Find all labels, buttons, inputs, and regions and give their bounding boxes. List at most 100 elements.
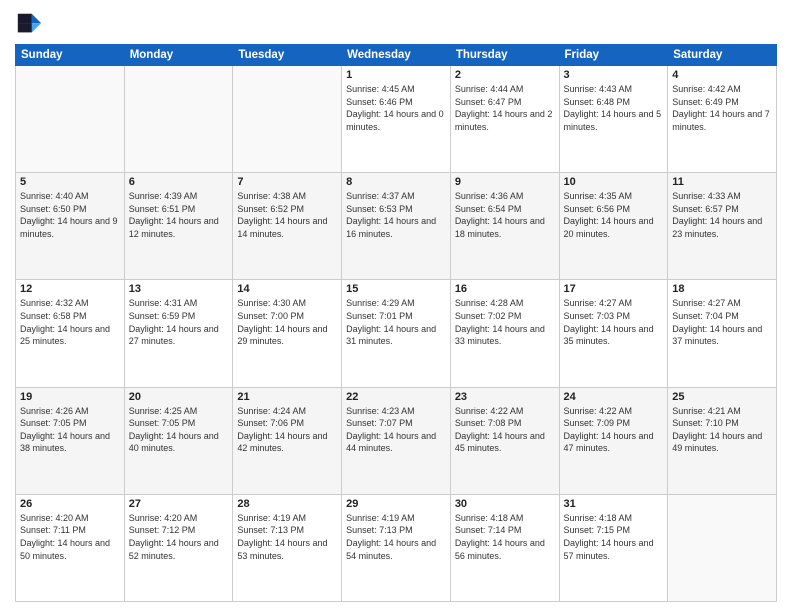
- cell-info: Sunrise: 4:19 AM Sunset: 7:13 PM Dayligh…: [346, 512, 446, 562]
- day-number: 13: [129, 283, 229, 295]
- cell-info: Sunrise: 4:22 AM Sunset: 7:09 PM Dayligh…: [564, 405, 664, 455]
- cell-info: Sunrise: 4:38 AM Sunset: 6:52 PM Dayligh…: [237, 190, 337, 240]
- calendar-cell: 11 Sunrise: 4:33 AM Sunset: 6:57 PM Dayli…: [668, 173, 777, 280]
- cell-info: Sunrise: 4:19 AM Sunset: 7:13 PM Dayligh…: [237, 512, 337, 562]
- calendar-cell: 23 Sunrise: 4:22 AM Sunset: 7:08 PM Dayli…: [450, 387, 559, 494]
- day-number: 16: [455, 283, 555, 295]
- cell-info: Sunrise: 4:45 AM Sunset: 6:46 PM Dayligh…: [346, 83, 446, 133]
- calendar-cell: 14Sunrise: 4:30 AM Sunset: 7:00 PM Dayli…: [233, 280, 342, 387]
- calendar-cell: 9 Sunrise: 4:36 AM Sunset: 6:54 PM Daylig…: [450, 173, 559, 280]
- calendar-cell: [233, 66, 342, 173]
- calendar-cell: 4Sunrise: 4:42 AM Sunset: 6:49 PM Daylig…: [668, 66, 777, 173]
- calendar-cell: 18 Sunrise: 4:27 AM Sunset: 7:04 PM Dayli…: [668, 280, 777, 387]
- calendar-cell: 21 Sunrise: 4:24 AM Sunset: 7:06 PM Dayli…: [233, 387, 342, 494]
- calendar-cell: 12Sunrise: 4:32 AM Sunset: 6:58 PM Dayli…: [16, 280, 125, 387]
- cell-info: Sunrise: 4:29 AM Sunset: 7:01 PM Dayligh…: [346, 297, 446, 347]
- calendar-cell: 26 Sunrise: 4:20 AM Sunset: 7:11 PM Dayli…: [16, 494, 125, 601]
- cell-info: Sunrise: 4:40 AM Sunset: 6:50 PM Dayligh…: [20, 190, 120, 240]
- weekday-header: Tuesday: [233, 45, 342, 66]
- cell-info: Sunrise: 4:26 AM Sunset: 7:05 PM Dayligh…: [20, 405, 120, 455]
- day-number: 6: [129, 176, 229, 188]
- calendar-week-row: 26 Sunrise: 4:20 AM Sunset: 7:11 PM Dayli…: [16, 494, 777, 601]
- calendar-cell: 31 Sunrise: 4:18 AM Sunset: 7:15 PM Dayli…: [559, 494, 668, 601]
- calendar-cell: 2 Sunrise: 4:44 AM Sunset: 6:47 PM Daylig…: [450, 66, 559, 173]
- calendar-cell: [16, 66, 125, 173]
- weekday-header: Saturday: [668, 45, 777, 66]
- calendar-week-row: 12Sunrise: 4:32 AM Sunset: 6:58 PM Dayli…: [16, 280, 777, 387]
- cell-info: Sunrise: 4:37 AM Sunset: 6:53 PM Dayligh…: [346, 190, 446, 240]
- page: SundayMondayTuesdayWednesdayThursdayFrid…: [0, 0, 792, 612]
- day-number: 28: [237, 498, 337, 510]
- day-number: 31: [564, 498, 664, 510]
- calendar-cell: 17 Sunrise: 4:27 AM Sunset: 7:03 PM Dayli…: [559, 280, 668, 387]
- calendar-cell: 25Sunrise: 4:21 AM Sunset: 7:10 PM Dayli…: [668, 387, 777, 494]
- day-number: 10: [564, 176, 664, 188]
- calendar-cell: 6Sunrise: 4:39 AM Sunset: 6:51 PM Daylig…: [124, 173, 233, 280]
- day-number: 17: [564, 283, 664, 295]
- calendar-cell: 28 Sunrise: 4:19 AM Sunset: 7:13 PM Dayli…: [233, 494, 342, 601]
- weekday-header: Wednesday: [342, 45, 451, 66]
- calendar-cell: 19 Sunrise: 4:26 AM Sunset: 7:05 PM Dayli…: [16, 387, 125, 494]
- day-number: 18: [672, 283, 772, 295]
- cell-info: Sunrise: 4:31 AM Sunset: 6:59 PM Dayligh…: [129, 297, 229, 347]
- day-number: 27: [129, 498, 229, 510]
- cell-info: Sunrise: 4:44 AM Sunset: 6:47 PM Dayligh…: [455, 83, 555, 133]
- calendar-cell: 5 Sunrise: 4:40 AM Sunset: 6:50 PM Daylig…: [16, 173, 125, 280]
- day-number: 26: [20, 498, 120, 510]
- day-number: 8: [346, 176, 446, 188]
- day-number: 9: [455, 176, 555, 188]
- day-number: 20: [129, 391, 229, 403]
- day-number: 2: [455, 69, 555, 81]
- day-number: 23: [455, 391, 555, 403]
- cell-info: Sunrise: 4:28 AM Sunset: 7:02 PM Dayligh…: [455, 297, 555, 347]
- cell-info: Sunrise: 4:23 AM Sunset: 7:07 PM Dayligh…: [346, 405, 446, 455]
- weekday-header: Monday: [124, 45, 233, 66]
- cell-info: Sunrise: 4:36 AM Sunset: 6:54 PM Dayligh…: [455, 190, 555, 240]
- calendar-cell: [668, 494, 777, 601]
- calendar-cell: 27 Sunrise: 4:20 AM Sunset: 7:12 PM Dayli…: [124, 494, 233, 601]
- day-number: 15: [346, 283, 446, 295]
- calendar-cell: 13 Sunrise: 4:31 AM Sunset: 6:59 PM Dayli…: [124, 280, 233, 387]
- logo-icon: [15, 10, 43, 38]
- cell-info: Sunrise: 4:18 AM Sunset: 7:15 PM Dayligh…: [564, 512, 664, 562]
- calendar-cell: 20 Sunrise: 4:25 AM Sunset: 7:05 PM Dayli…: [124, 387, 233, 494]
- cell-info: Sunrise: 4:21 AM Sunset: 7:10 PM Dayligh…: [672, 405, 772, 455]
- calendar-cell: 16 Sunrise: 4:28 AM Sunset: 7:02 PM Dayli…: [450, 280, 559, 387]
- day-number: 4: [672, 69, 772, 81]
- calendar-cell: 29 Sunrise: 4:19 AM Sunset: 7:13 PM Dayli…: [342, 494, 451, 601]
- calendar-cell: 1 Sunrise: 4:45 AM Sunset: 6:46 PM Daylig…: [342, 66, 451, 173]
- day-number: 5: [20, 176, 120, 188]
- calendar-cell: 8 Sunrise: 4:37 AM Sunset: 6:53 PM Daylig…: [342, 173, 451, 280]
- cell-info: Sunrise: 4:20 AM Sunset: 7:11 PM Dayligh…: [20, 512, 120, 562]
- weekday-header: Thursday: [450, 45, 559, 66]
- cell-info: Sunrise: 4:18 AM Sunset: 7:14 PM Dayligh…: [455, 512, 555, 562]
- calendar-cell: 3Sunrise: 4:43 AM Sunset: 6:48 PM Daylig…: [559, 66, 668, 173]
- cell-info: Sunrise: 4:24 AM Sunset: 7:06 PM Dayligh…: [237, 405, 337, 455]
- day-number: 12: [20, 283, 120, 295]
- weekday-header: Friday: [559, 45, 668, 66]
- cell-info: Sunrise: 4:35 AM Sunset: 6:56 PM Dayligh…: [564, 190, 664, 240]
- day-number: 7: [237, 176, 337, 188]
- day-number: 21: [237, 391, 337, 403]
- day-number: 11: [672, 176, 772, 188]
- weekday-header: Sunday: [16, 45, 125, 66]
- cell-info: Sunrise: 4:22 AM Sunset: 7:08 PM Dayligh…: [455, 405, 555, 455]
- calendar-cell: 7 Sunrise: 4:38 AM Sunset: 6:52 PM Daylig…: [233, 173, 342, 280]
- cell-info: Sunrise: 4:33 AM Sunset: 6:57 PM Dayligh…: [672, 190, 772, 240]
- cell-info: Sunrise: 4:25 AM Sunset: 7:05 PM Dayligh…: [129, 405, 229, 455]
- calendar-cell: 22Sunrise: 4:23 AM Sunset: 7:07 PM Dayli…: [342, 387, 451, 494]
- day-number: 1: [346, 69, 446, 81]
- day-number: 29: [346, 498, 446, 510]
- cell-info: Sunrise: 4:43 AM Sunset: 6:48 PM Dayligh…: [564, 83, 664, 133]
- logo: [15, 10, 47, 38]
- cell-info: Sunrise: 4:27 AM Sunset: 7:04 PM Dayligh…: [672, 297, 772, 347]
- calendar-table: SundayMondayTuesdayWednesdayThursdayFrid…: [15, 44, 777, 602]
- day-number: 24: [564, 391, 664, 403]
- calendar-week-row: 19 Sunrise: 4:26 AM Sunset: 7:05 PM Dayli…: [16, 387, 777, 494]
- calendar-header-row: SundayMondayTuesdayWednesdayThursdayFrid…: [16, 45, 777, 66]
- day-number: 19: [20, 391, 120, 403]
- header: [15, 10, 777, 38]
- cell-info: Sunrise: 4:27 AM Sunset: 7:03 PM Dayligh…: [564, 297, 664, 347]
- cell-info: Sunrise: 4:20 AM Sunset: 7:12 PM Dayligh…: [129, 512, 229, 562]
- calendar-cell: 10 Sunrise: 4:35 AM Sunset: 6:56 PM Dayli…: [559, 173, 668, 280]
